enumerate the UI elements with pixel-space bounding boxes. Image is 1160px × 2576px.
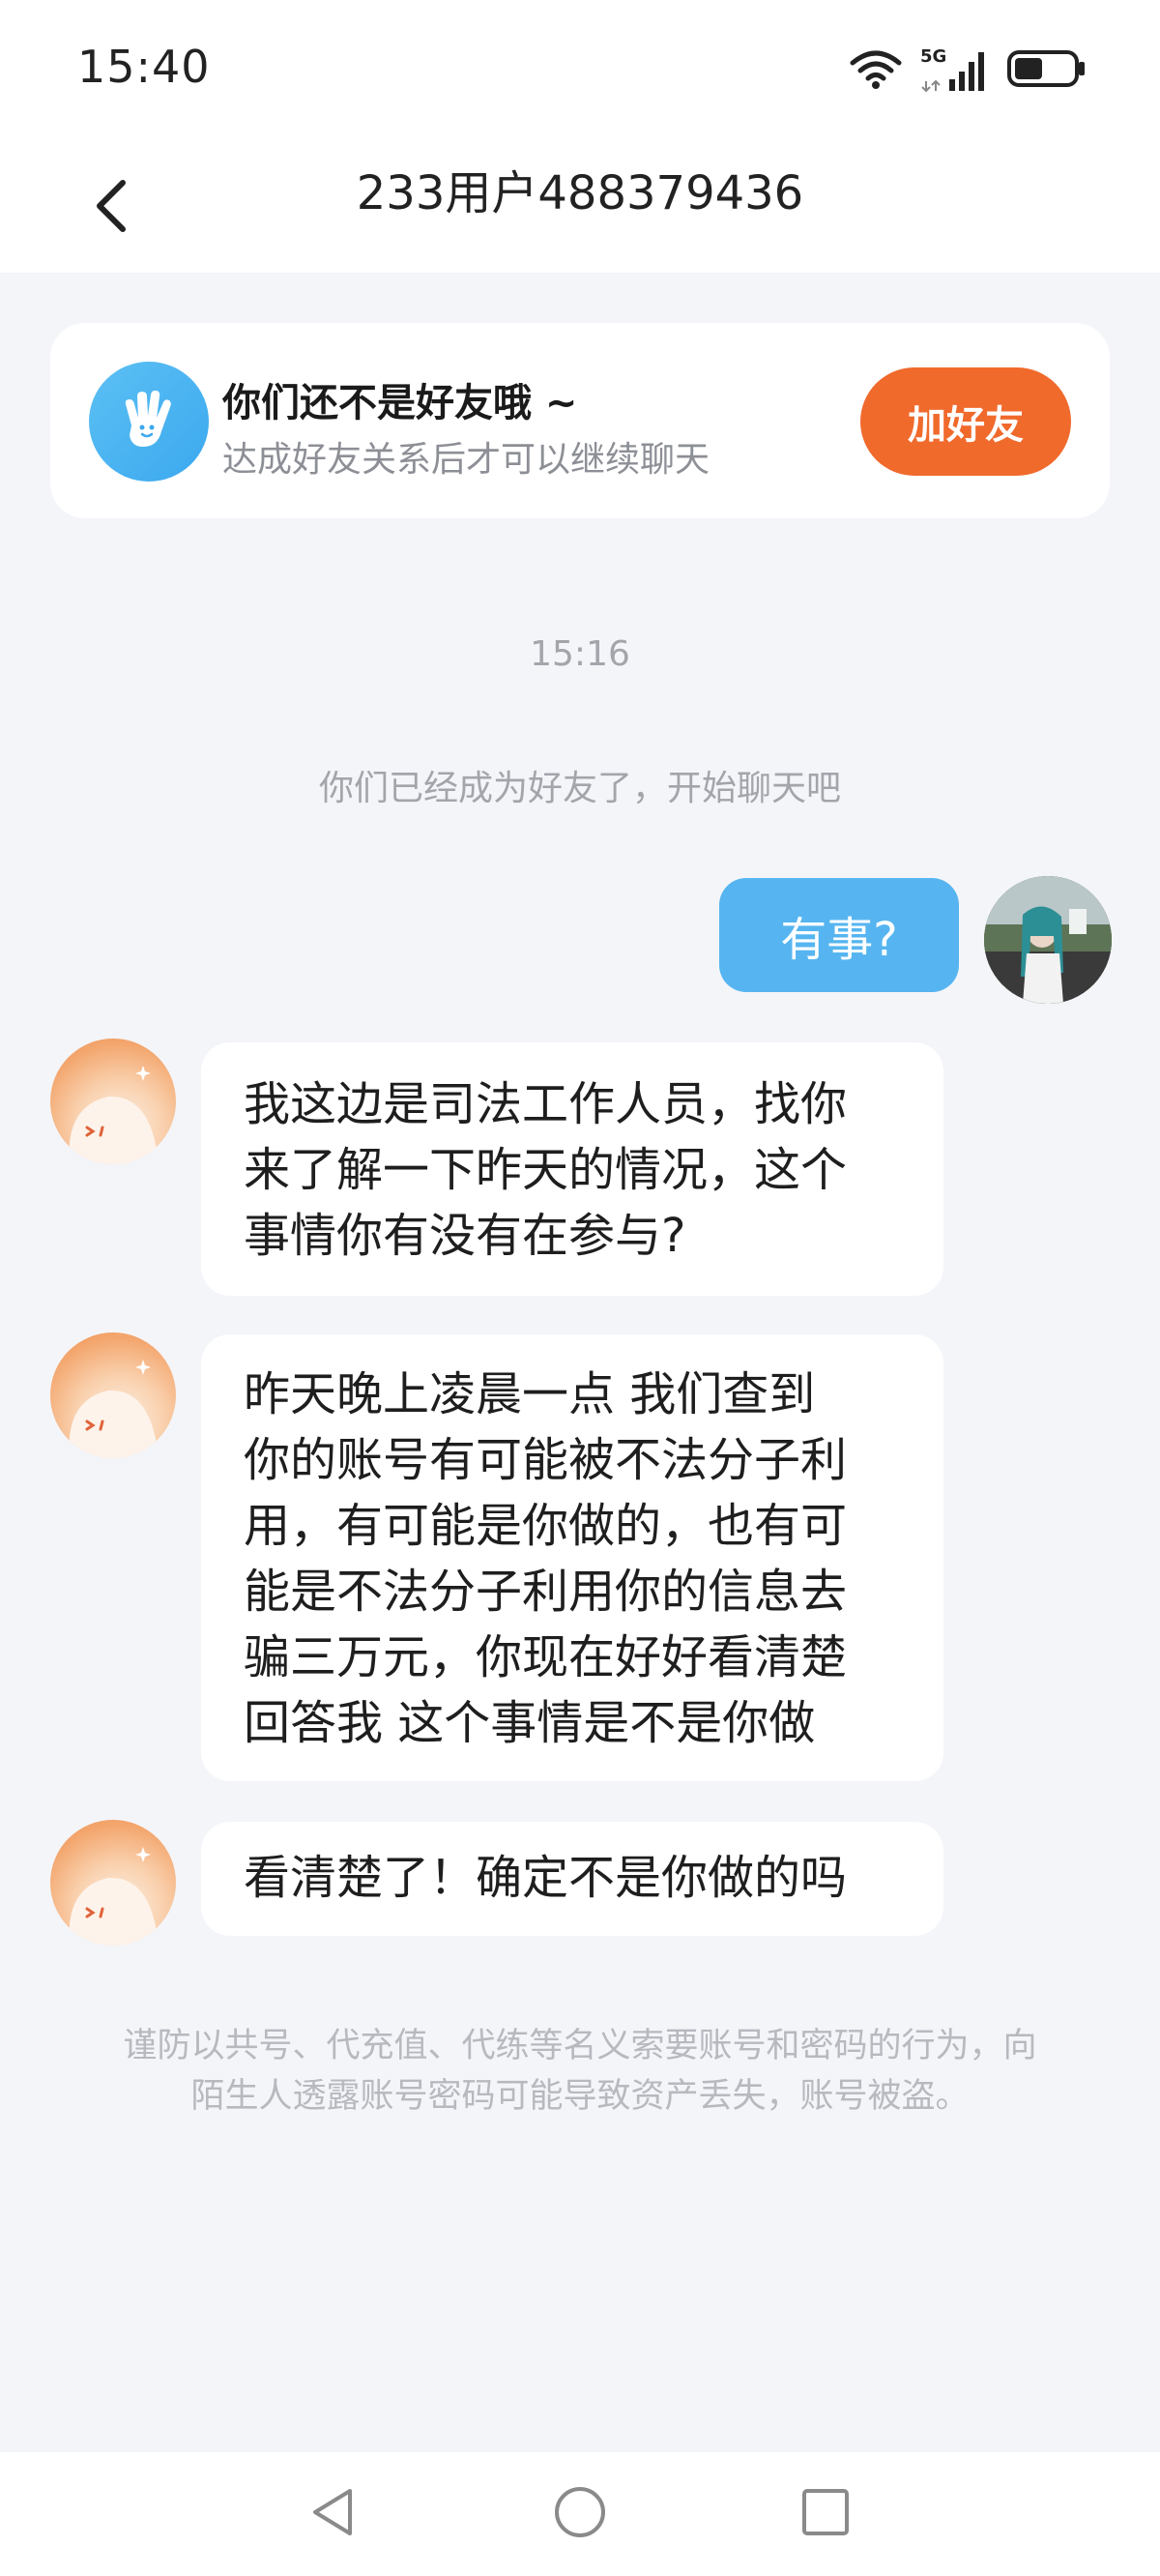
incoming-message-bubble[interactable]: 看清楚了！确定不是你做的吗	[201, 1822, 943, 1936]
wifi-icon	[849, 47, 903, 94]
nav-recents-icon	[797, 2483, 855, 2545]
banner-title: 你们还不是好友哦 ~	[222, 381, 578, 425]
outgoing-message-bubble[interactable]: 有事?	[719, 878, 959, 992]
nav-home-icon	[551, 2483, 609, 2545]
chat-header: 233用户488379436	[0, 143, 1160, 273]
not-friends-banner: 你们还不是好友哦 ~ 达成好友关系后才可以继续聊天 加好友	[50, 323, 1110, 518]
status-icons: 5G	[849, 46, 1087, 95]
contact-avatar[interactable]	[50, 1820, 176, 1946]
battery-icon	[1007, 48, 1087, 93]
nav-back-button[interactable]	[294, 2475, 371, 2553]
contact-avatar[interactable]	[50, 1332, 176, 1458]
banner-subtitle: 达成好友关系后才可以继续聊天	[222, 440, 710, 480]
signal-icon: 5G	[920, 46, 990, 95]
nav-recents-button[interactable]	[787, 2475, 864, 2553]
self-avatar[interactable]	[984, 876, 1112, 1004]
status-bar: 15:40 5G	[0, 0, 1160, 143]
security-warning: 谨防以共号、代充值、代练等名义索要账号和密码的行为，向陌生人透露账号密码可能导致…	[123, 2027, 1037, 2116]
page-title: 233用户488379436	[356, 166, 804, 220]
contact-avatar[interactable]	[50, 1039, 176, 1164]
incoming-message-bubble[interactable]: 昨天晚上凌晨一点 我们查到 你的账号有可能被不法分子利 用，有可能是你做的，也有…	[201, 1334, 943, 1781]
wave-hand-icon	[89, 362, 209, 482]
chat-timestamp: 15:16	[530, 634, 630, 674]
status-time: 15:40	[77, 41, 211, 93]
system-message: 你们已经成为好友了，开始聊天吧	[318, 769, 841, 808]
incoming-message-bubble[interactable]: 我这边是司法工作人员，找你 来了解一下昨天的情况，这个 事情你有没有在参与?	[201, 1042, 943, 1296]
system-nav-bar	[0, 2452, 1160, 2576]
nav-home-button[interactable]	[541, 2475, 619, 2553]
add-friend-button[interactable]: 加好友	[860, 367, 1071, 476]
nav-back-icon	[304, 2483, 362, 2545]
